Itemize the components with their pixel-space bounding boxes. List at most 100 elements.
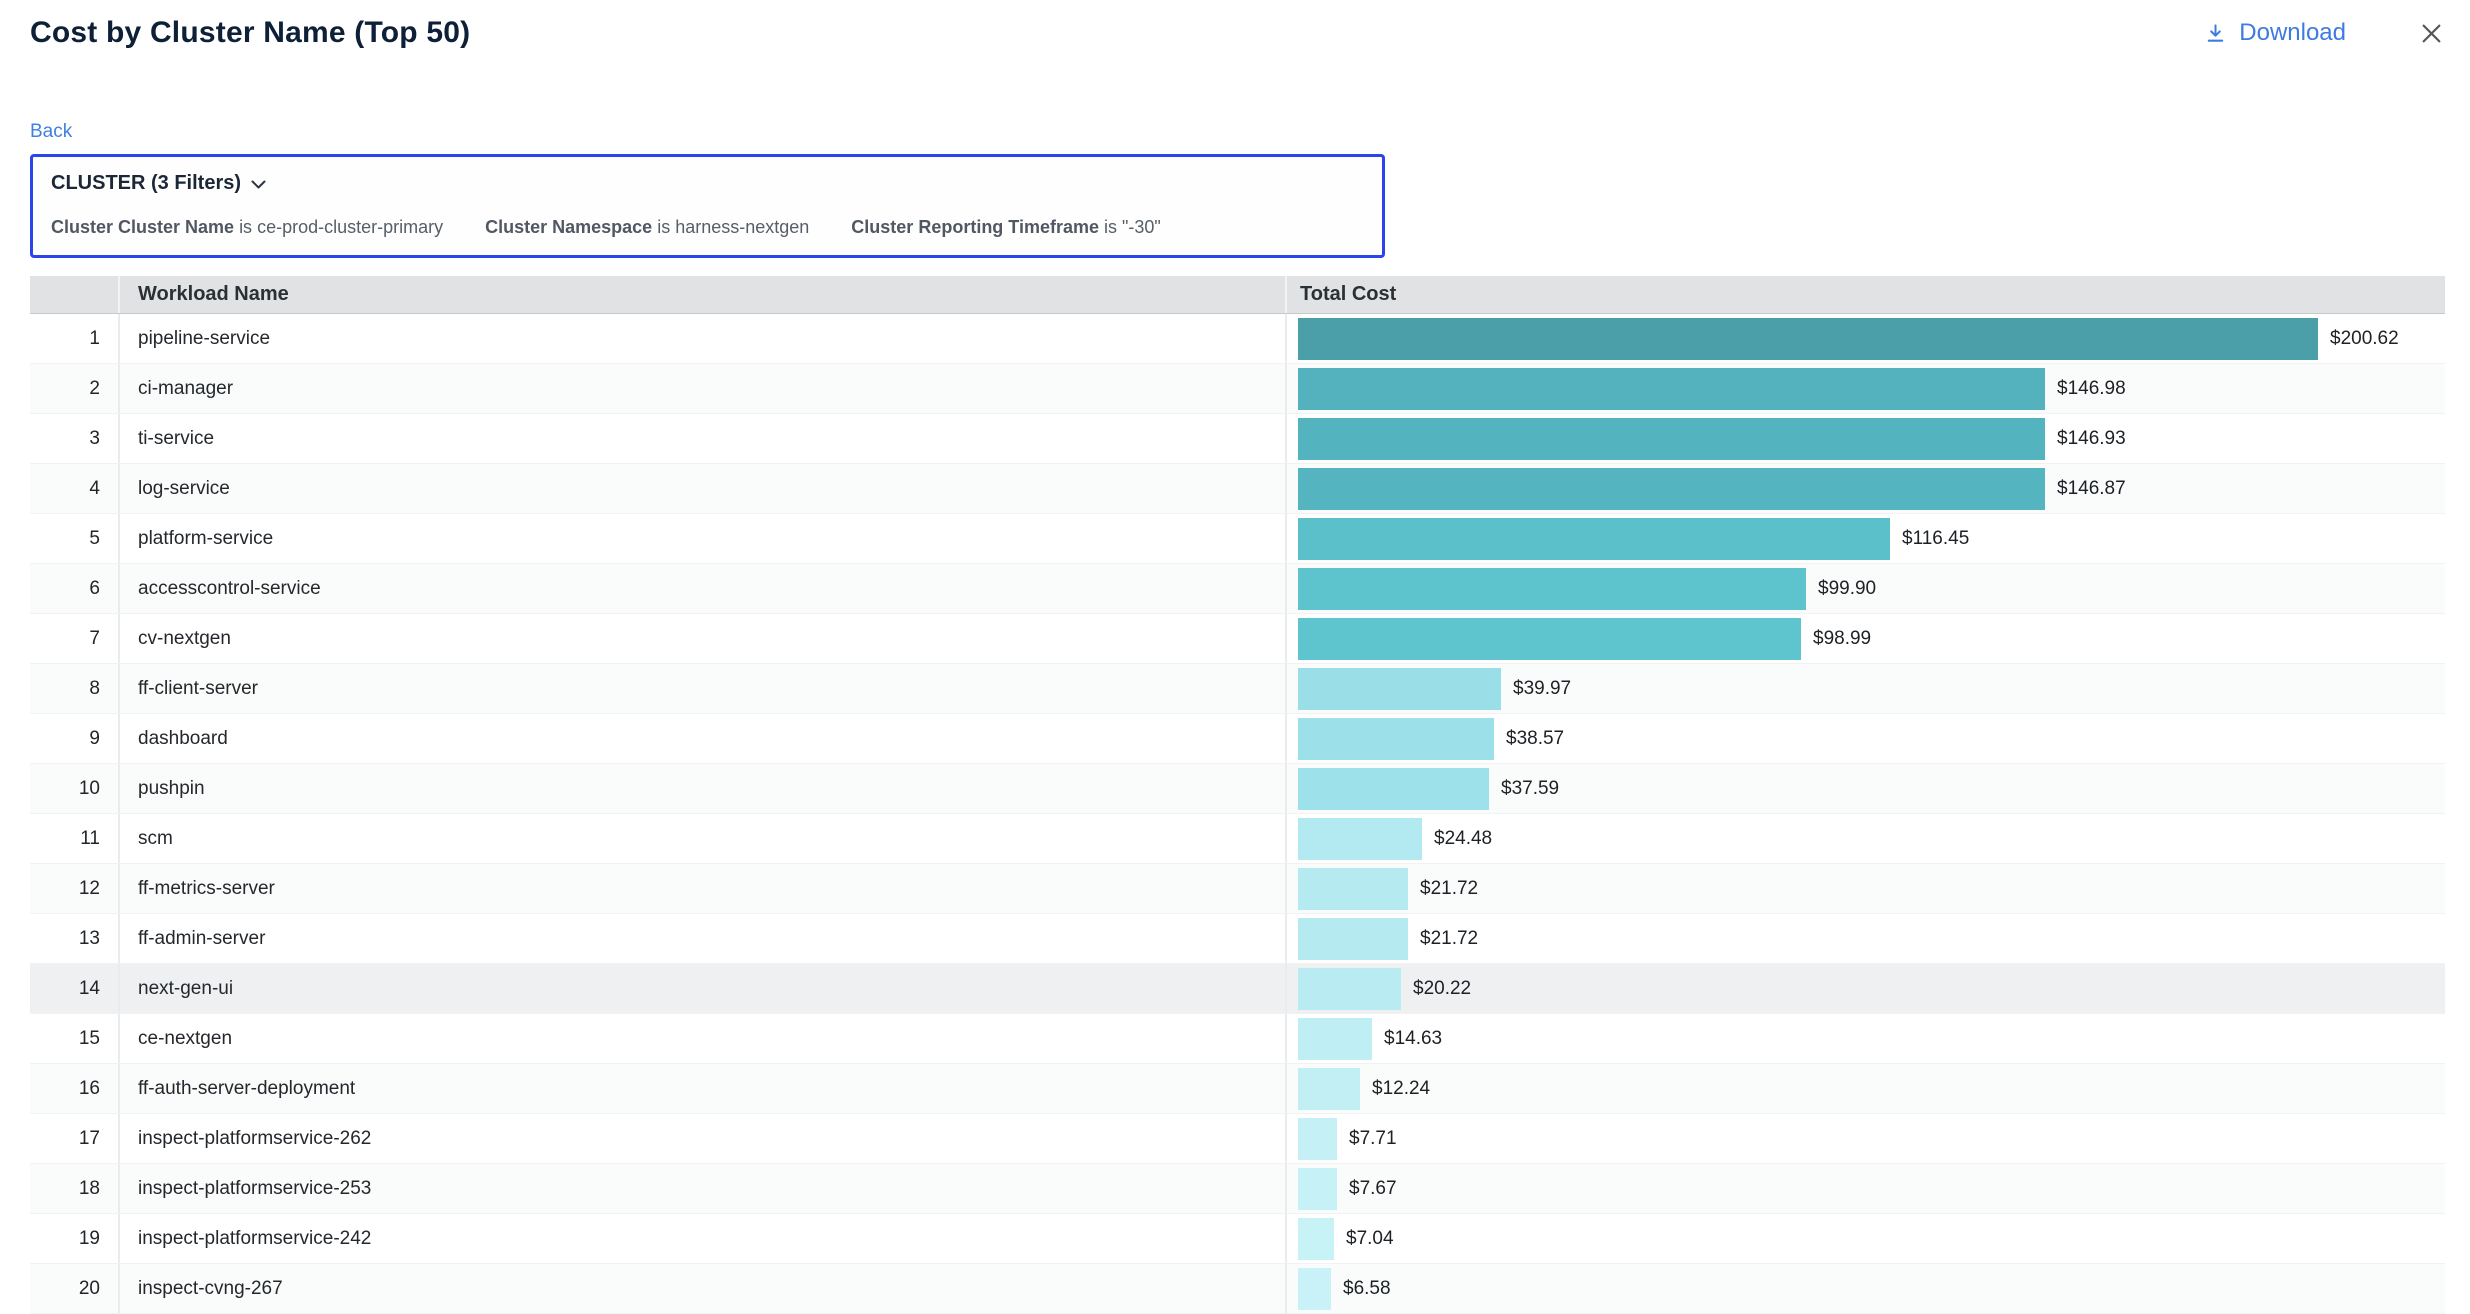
total-cost-cell: $20.22 [1285, 964, 2445, 1013]
total-cost-cell: $146.87 [1285, 464, 2445, 513]
cost-bar [1298, 918, 1408, 960]
cost-bar [1298, 468, 2045, 510]
workload-name: inspect-platformservice-262 [118, 1114, 1285, 1163]
workload-name: log-service [118, 464, 1285, 513]
close-button[interactable] [2418, 20, 2445, 47]
row-rank: 18 [30, 1164, 118, 1213]
column-header-workload-name: Workload Name [118, 276, 1285, 313]
total-cost-cell: $14.63 [1285, 1014, 2445, 1063]
table-row[interactable]: 6 accesscontrol-service $99.90 [30, 564, 2445, 614]
cost-table: Workload Name Total Cost 1 pipeline-serv… [30, 276, 2445, 1314]
filter-condition-operator: is [239, 217, 252, 237]
workload-name: ci-manager [118, 364, 1285, 413]
row-rank: 5 [30, 514, 118, 563]
row-rank: 10 [30, 764, 118, 813]
cost-bar [1298, 1168, 1337, 1210]
total-cost-cell: $116.45 [1285, 514, 2445, 563]
total-cost-cell: $146.98 [1285, 364, 2445, 413]
cost-bar [1298, 818, 1422, 860]
workload-name: scm [118, 814, 1285, 863]
row-rank: 13 [30, 914, 118, 963]
table-row[interactable]: 15 ce-nextgen $14.63 [30, 1014, 2445, 1064]
table-row[interactable]: 17 inspect-platformservice-262 $7.71 [30, 1114, 2445, 1164]
table-row[interactable]: 3 ti-service $146.93 [30, 414, 2445, 464]
filter-condition-operator: is [657, 217, 670, 237]
filter-condition-value: "-30" [1122, 217, 1161, 237]
cost-value: $116.45 [1902, 528, 1969, 550]
total-cost-cell: $99.90 [1285, 564, 2445, 613]
cost-bar [1298, 618, 1801, 660]
cost-bar [1298, 668, 1501, 710]
cost-value: $7.71 [1349, 1128, 1397, 1150]
table-row[interactable]: 20 inspect-cvng-267 $6.58 [30, 1264, 2445, 1314]
download-icon [2204, 22, 2227, 45]
cost-bar [1298, 368, 2045, 410]
filter-condition: Cluster Namespaceisharness-nextgen [485, 215, 809, 239]
row-rank: 16 [30, 1064, 118, 1113]
table-row[interactable]: 4 log-service $146.87 [30, 464, 2445, 514]
total-cost-cell: $7.04 [1285, 1214, 2445, 1263]
table-header: Workload Name Total Cost [30, 276, 2445, 314]
table-row[interactable]: 1 pipeline-service $200.62 [30, 314, 2445, 364]
cost-bar [1298, 868, 1408, 910]
workload-name: ff-metrics-server [118, 864, 1285, 913]
cost-bar [1298, 1268, 1331, 1310]
row-rank: 6 [30, 564, 118, 613]
filter-condition-field: Cluster Namespace [485, 217, 652, 237]
cost-value: $12.24 [1372, 1078, 1430, 1100]
column-header-rank [30, 276, 118, 313]
cost-value: $200.62 [2330, 328, 2399, 350]
workload-name: ti-service [118, 414, 1285, 463]
filter-panel-header[interactable]: CLUSTER (3 Filters) [51, 171, 1364, 195]
download-label: Download [2239, 19, 2346, 47]
table-row[interactable]: 12 ff-metrics-server $21.72 [30, 864, 2445, 914]
cost-value: $7.04 [1346, 1228, 1394, 1250]
table-row[interactable]: 8 ff-client-server $39.97 [30, 664, 2445, 714]
table-row[interactable]: 11 scm $24.48 [30, 814, 2445, 864]
total-cost-cell: $7.67 [1285, 1164, 2445, 1213]
workload-name: inspect-platformservice-253 [118, 1164, 1285, 1213]
table-row[interactable]: 9 dashboard $38.57 [30, 714, 2445, 764]
table-row[interactable]: 18 inspect-platformservice-253 $7.67 [30, 1164, 2445, 1214]
table-row[interactable]: 13 ff-admin-server $21.72 [30, 914, 2445, 964]
table-row[interactable]: 10 pushpin $37.59 [30, 764, 2445, 814]
total-cost-cell: $7.71 [1285, 1114, 2445, 1163]
cost-bar [1298, 1118, 1337, 1160]
table-row[interactable]: 16 ff-auth-server-deployment $12.24 [30, 1064, 2445, 1114]
cost-value: $146.98 [2057, 378, 2126, 400]
cost-value: $146.87 [2057, 478, 2126, 500]
back-link[interactable]: Back [30, 120, 72, 144]
total-cost-cell: $6.58 [1285, 1264, 2445, 1313]
row-rank: 8 [30, 664, 118, 713]
workload-name: platform-service [118, 514, 1285, 563]
cost-bar [1298, 318, 2318, 360]
cost-bar [1298, 1218, 1334, 1260]
row-rank: 4 [30, 464, 118, 513]
total-cost-cell: $98.99 [1285, 614, 2445, 663]
filter-panel: CLUSTER (3 Filters) Cluster Cluster Name… [30, 154, 1385, 258]
table-row[interactable]: 2 ci-manager $146.98 [30, 364, 2445, 414]
cost-bar [1298, 418, 2045, 460]
cost-value: $37.59 [1501, 778, 1559, 800]
table-row[interactable]: 14 next-gen-ui $20.22 [30, 964, 2445, 1014]
table-row[interactable]: 7 cv-nextgen $98.99 [30, 614, 2445, 664]
table-row[interactable]: 5 platform-service $116.45 [30, 514, 2445, 564]
row-rank: 7 [30, 614, 118, 663]
row-rank: 19 [30, 1214, 118, 1263]
workload-name: ff-client-server [118, 664, 1285, 713]
table-row[interactable]: 19 inspect-platformservice-242 $7.04 [30, 1214, 2445, 1264]
cost-value: $99.90 [1818, 578, 1876, 600]
filter-condition: Cluster Cluster Nameisce-prod-cluster-pr… [51, 215, 443, 239]
cost-value: $20.22 [1413, 978, 1471, 1000]
cost-bar [1298, 518, 1890, 560]
workload-name: ff-admin-server [118, 914, 1285, 963]
cost-value: $146.93 [2057, 428, 2126, 450]
filter-condition-operator: is [1104, 217, 1117, 237]
row-rank: 3 [30, 414, 118, 463]
cost-value: $39.97 [1513, 678, 1571, 700]
total-cost-cell: $12.24 [1285, 1064, 2445, 1113]
cost-bar [1298, 968, 1401, 1010]
top-bar: Cost by Cluster Name (Top 50) Download [30, 12, 2445, 54]
row-rank: 12 [30, 864, 118, 913]
download-button[interactable]: Download [2204, 19, 2346, 47]
